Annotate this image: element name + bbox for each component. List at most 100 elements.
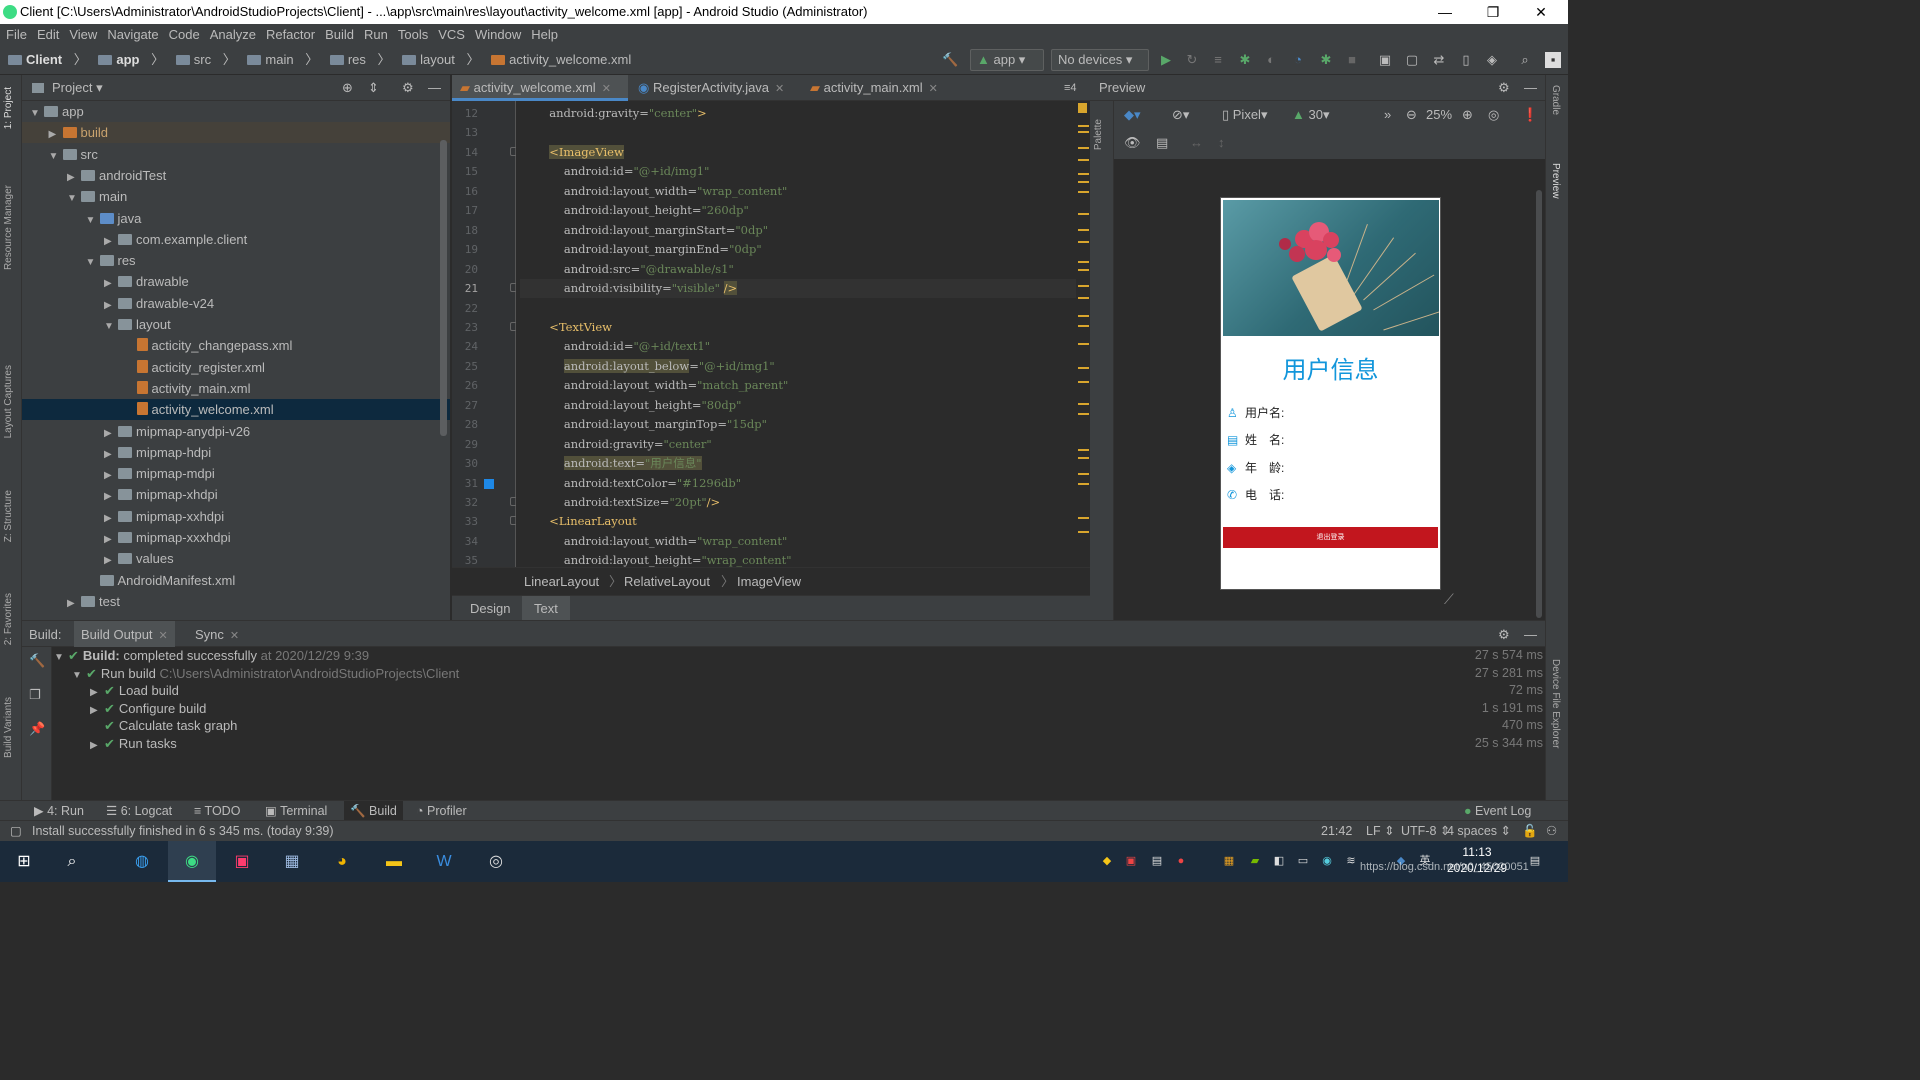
expanded-arrow-icon[interactable]: ▼ <box>54 649 68 667</box>
battery-icon[interactable]: ▭ <box>1296 854 1310 868</box>
tree-node[interactable]: ▼ java <box>22 208 450 229</box>
indent-setting[interactable]: 4 spaces ⇕ <box>1447 821 1511 841</box>
tree-node[interactable]: ▶ build <box>22 122 450 145</box>
warning-marker[interactable] <box>1078 483 1089 485</box>
edge-icon[interactable]: ◍ <box>118 841 166 882</box>
app-settings-icon[interactable]: ◎ <box>472 841 520 882</box>
api-select[interactable]: ▲ 30▾ <box>1292 101 1329 129</box>
apply-code-changes-icon[interactable]: ≡ <box>1210 52 1226 68</box>
tree-node[interactable]: ▼ layout <box>22 314 450 335</box>
build-row[interactable]: ▶ ✔ Load build 72 ms <box>90 682 1545 700</box>
width-icon[interactable]: ↔ <box>1190 135 1203 150</box>
tab-design[interactable]: Design <box>458 596 522 621</box>
collapsed-arrow-icon[interactable]: ▶ <box>104 295 116 316</box>
sdk-manager-icon[interactable]: ⇄ <box>1431 52 1447 68</box>
warning-marker[interactable] <box>1078 147 1089 149</box>
file-explorer-icon[interactable]: ▬ <box>370 841 418 882</box>
overflow-icon[interactable]: » <box>1384 101 1391 129</box>
search-icon[interactable]: ⌕ <box>1517 52 1533 68</box>
code-line[interactable]: android:textSize="20pt"/> <box>520 493 720 512</box>
account-icon[interactable]: ▪ <box>1545 52 1561 68</box>
warning-marker[interactable] <box>1078 125 1089 127</box>
code-line[interactable]: android:layout_marginStart="0dp" <box>520 221 768 240</box>
tree-node[interactable]: ▼ main <box>22 186 450 207</box>
device-select[interactable]: No devices ▾ <box>1051 49 1149 71</box>
crumb-app[interactable]: app <box>98 46 140 74</box>
warning-marker[interactable] <box>1078 173 1089 175</box>
build-settings-icon[interactable]: ⚙ <box>1498 621 1510 648</box>
menu-run[interactable]: Run <box>360 24 392 46</box>
make-project-icon[interactable]: 🔨 <box>942 52 958 68</box>
expanded-arrow-icon[interactable]: ▼ <box>104 316 116 337</box>
project-tool-tab[interactable]: 1: Project <box>3 87 14 129</box>
tab-activity-welcome[interactable]: ▰ activity_welcome.xml ✕ <box>452 75 628 101</box>
toggle-view-icon[interactable]: ❐ <box>29 687 41 703</box>
tab-activity-main[interactable]: ▰ activity_main.xml ✕ <box>802 75 950 101</box>
tree-node[interactable]: ▶ mipmap-hdpi <box>22 442 450 463</box>
event-log[interactable]: ● Event Log <box>1458 801 1537 821</box>
close-button[interactable]: ✕ <box>1518 0 1564 24</box>
code-line[interactable]: android:gravity="center" <box>520 435 712 454</box>
nvidia-tray-icon[interactable]: ▰ <box>1248 854 1262 868</box>
expanded-arrow-icon[interactable]: ▼ <box>86 210 98 231</box>
tree-node[interactable]: ▶ mipmap-xxxhdpi <box>22 527 450 548</box>
menu-file[interactable]: File <box>2 24 31 46</box>
device-file-explorer-tab[interactable]: Device File Explorer <box>1550 659 1561 748</box>
preview-settings-icon[interactable]: ⚙ <box>1498 75 1510 101</box>
warning-marker[interactable] <box>1078 261 1089 263</box>
menu-edit[interactable]: Edit <box>33 24 63 46</box>
collapsed-arrow-icon[interactable]: ▶ <box>104 486 116 507</box>
collapsed-arrow-icon[interactable]: ▶ <box>90 737 104 755</box>
warning-marker[interactable] <box>1078 413 1089 415</box>
favorites-tab[interactable]: 2: Favorites <box>3 593 14 645</box>
tab-overflow[interactable]: ≡4 <box>1056 75 1085 101</box>
warning-marker[interactable] <box>1078 517 1089 519</box>
code-line[interactable]: android:layout_width="match_parent" <box>520 376 788 395</box>
layout-captures-tab[interactable]: Layout Captures <box>3 365 14 438</box>
expanded-arrow-icon[interactable]: ▼ <box>86 252 98 273</box>
close-tab-icon[interactable]: ✕ <box>602 83 611 95</box>
structure-tab[interactable]: Z: Structure <box>3 490 14 542</box>
close-tab-icon[interactable]: ✕ <box>929 83 938 95</box>
warning-marker[interactable] <box>1078 343 1089 345</box>
warning-marker[interactable] <box>1078 213 1089 215</box>
crumb-res[interactable]: res <box>329 46 366 74</box>
status-toggle-icon[interactable]: ▢ <box>10 821 22 841</box>
palette-tab[interactable]: Palette <box>1093 119 1104 150</box>
wifi-icon[interactable]: ≋ <box>1344 854 1358 868</box>
locate-icon[interactable]: ⊕ <box>342 75 353 101</box>
stop-icon[interactable]: ■ <box>1344 52 1360 68</box>
menu-vcs[interactable]: VCS <box>434 24 469 46</box>
tree-node[interactable]: ▶ com.example.client <box>22 229 450 250</box>
build-row[interactable]: ▶ ✔ Configure build 1 s 191 ms <box>90 700 1545 718</box>
tree-node[interactable]: ▶ values <box>22 548 450 569</box>
build-hammer-icon[interactable]: 🔨 <box>29 653 45 669</box>
orientation-icon[interactable]: ⊘▾ <box>1172 101 1189 129</box>
tree-node[interactable]: acticity_register.xml <box>22 357 450 378</box>
warning-marker[interactable] <box>1078 457 1089 459</box>
warning-marker[interactable] <box>1078 181 1089 183</box>
breadcrumb-imageview[interactable]: ImageView <box>737 568 801 596</box>
layers-icon[interactable]: ◆▾ <box>1124 101 1141 129</box>
sync-project-icon[interactable]: ▣ <box>1377 52 1393 68</box>
breadcrumb-relativelayout[interactable]: RelativeLayout <box>624 568 710 596</box>
crumb-client[interactable]: Client <box>8 46 62 74</box>
warning-marker[interactable] <box>1078 381 1089 383</box>
collapsed-arrow-icon[interactable]: ▶ <box>49 124 61 145</box>
tree-node[interactable]: ▼ res <box>22 250 450 271</box>
close-tab-icon[interactable]: ✕ <box>775 83 784 95</box>
code-line[interactable]: android:layout_below="@+id/img1" <box>520 357 775 376</box>
code-line[interactable]: android:layout_marginTop="15dp" <box>520 415 767 434</box>
tree-node[interactable]: ▶ test <box>22 591 450 612</box>
warning-marker[interactable] <box>1078 473 1089 475</box>
tree-node[interactable]: acticity_changepass.xml <box>22 335 450 356</box>
tree-node[interactable]: ▼ app <box>22 101 450 122</box>
inspector-icon[interactable]: ⚇ <box>1546 821 1557 841</box>
crumb-src[interactable]: src <box>175 46 211 74</box>
code-line[interactable]: <LinearLayout <box>520 512 636 531</box>
menu-build[interactable]: Build <box>321 24 358 46</box>
tool-run[interactable]: ▶ 4: Run <box>28 801 90 821</box>
menu-view[interactable]: View <box>65 24 101 46</box>
code-line[interactable]: android:text="用户信息" <box>520 454 702 473</box>
ide-tray-icon[interactable]: ▣ <box>1124 854 1138 868</box>
